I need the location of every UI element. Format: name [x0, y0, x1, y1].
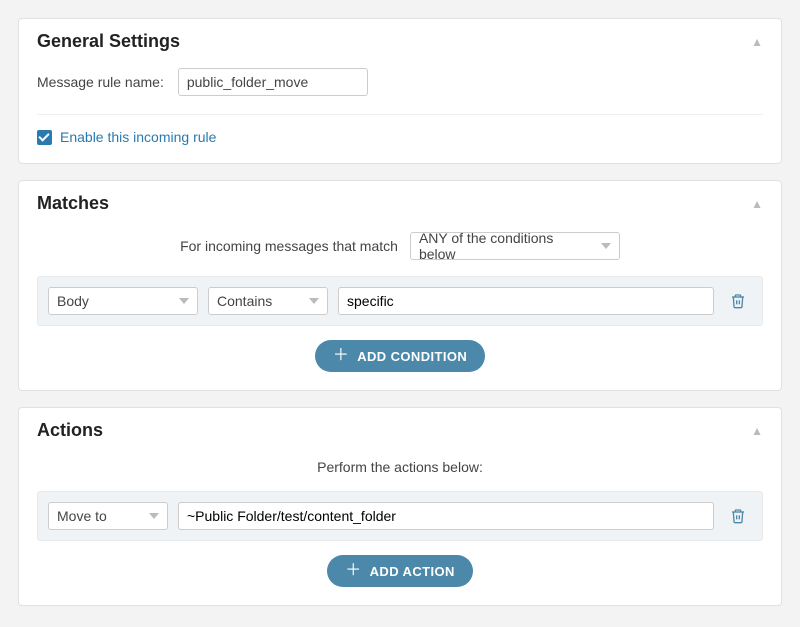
delete-action-button[interactable] — [724, 502, 752, 530]
general-settings-header[interactable]: General Settings ▲ — [19, 19, 781, 64]
general-settings-title: General Settings — [37, 31, 180, 52]
match-scope-value: ANY of the conditions below — [419, 230, 591, 262]
rule-name-input[interactable] — [178, 68, 368, 96]
matches-header[interactable]: Matches ▲ — [19, 181, 781, 226]
action-target-input[interactable] — [178, 502, 714, 530]
enable-rule-checkbox[interactable]: Enable this incoming rule — [37, 129, 763, 145]
actions-panel: Actions ▲ Perform the actions below: Mov… — [18, 407, 782, 606]
trash-icon — [730, 508, 746, 524]
plus-icon: ＋ — [345, 563, 361, 579]
condition-operator-value: Contains — [217, 293, 272, 309]
condition-field-value: Body — [57, 293, 89, 309]
matches-prompt: For incoming messages that match — [180, 238, 398, 254]
add-condition-button[interactable]: ＋ ADD CONDITION — [315, 340, 485, 372]
enable-rule-label: Enable this incoming rule — [60, 129, 216, 145]
actions-header[interactable]: Actions ▲ — [19, 408, 781, 453]
actions-title: Actions — [37, 420, 103, 441]
collapse-icon: ▲ — [751, 35, 763, 49]
condition-value-input[interactable] — [338, 287, 714, 315]
match-scope-select[interactable]: ANY of the conditions below — [410, 232, 620, 260]
trash-icon — [730, 293, 746, 309]
add-action-button[interactable]: ＋ ADD ACTION — [327, 555, 473, 587]
collapse-icon: ▲ — [751, 197, 763, 211]
delete-condition-button[interactable] — [724, 287, 752, 315]
chevron-down-icon — [179, 298, 189, 304]
matches-panel: Matches ▲ For incoming messages that mat… — [18, 180, 782, 391]
chevron-down-icon — [149, 513, 159, 519]
general-settings-panel: General Settings ▲ Message rule name: En… — [18, 18, 782, 164]
condition-field-select[interactable]: Body — [48, 287, 198, 315]
action-type-select[interactable]: Move to — [48, 502, 168, 530]
condition-row: Body Contains — [37, 276, 763, 326]
action-type-value: Move to — [57, 508, 107, 524]
add-condition-label: ADD CONDITION — [357, 349, 467, 364]
condition-operator-select[interactable]: Contains — [208, 287, 328, 315]
actions-prompt: Perform the actions below: — [317, 459, 483, 475]
chevron-down-icon — [309, 298, 319, 304]
plus-icon: ＋ — [333, 348, 349, 364]
matches-title: Matches — [37, 193, 109, 214]
action-row: Move to — [37, 491, 763, 541]
rule-name-label: Message rule name: — [37, 74, 164, 90]
checkbox-checked-icon — [37, 130, 52, 145]
add-action-label: ADD ACTION — [370, 564, 455, 579]
chevron-down-icon — [601, 243, 611, 249]
collapse-icon: ▲ — [751, 424, 763, 438]
